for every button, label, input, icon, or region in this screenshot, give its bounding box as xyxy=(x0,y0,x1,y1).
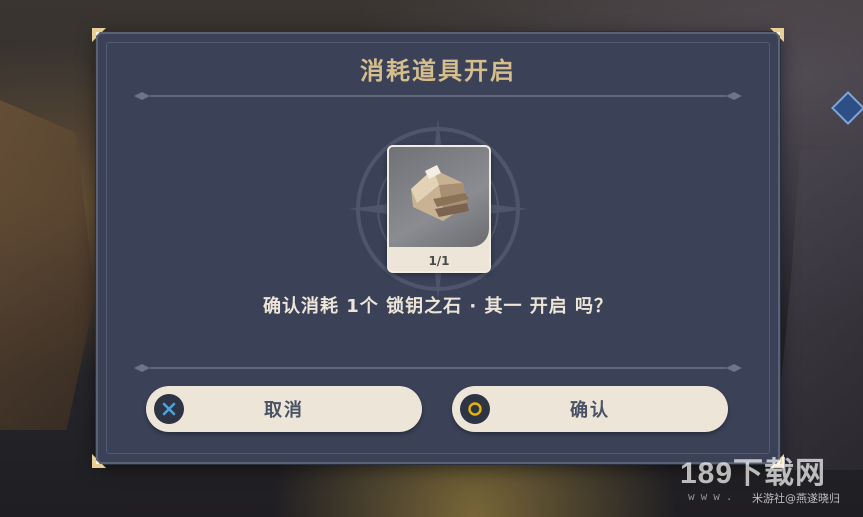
cancel-button-label: 取消 xyxy=(264,400,304,421)
author-watermark: 米游社@燕遂晓归 xyxy=(752,492,840,505)
corner-ornament-icon xyxy=(90,452,108,470)
dialog-title: 消耗道具开启 xyxy=(360,57,516,85)
item-count: 1/1 xyxy=(428,254,450,268)
corner-ornament-icon xyxy=(768,26,786,44)
circle-icon xyxy=(460,394,490,424)
title-divider xyxy=(130,89,746,103)
item-art xyxy=(389,147,489,247)
key-sigil-stone-icon xyxy=(411,165,469,221)
cancel-button[interactable]: 取消 xyxy=(146,386,422,432)
button-divider xyxy=(130,361,746,375)
site-watermark-url: www. xyxy=(688,490,739,503)
confirm-prompt: 确认消耗 1个 锁钥之石 · 其一 开启 吗？ xyxy=(263,296,613,317)
corner-ornament-icon xyxy=(90,26,108,44)
cross-icon xyxy=(154,394,184,424)
confirm-button[interactable]: 确认 xyxy=(452,386,728,432)
site-watermark: 189下载网 xyxy=(680,457,827,490)
consume-item-dialog: 消耗道具开启 1/1 确认消耗 1个 锁钥之石 · 其一 开启 吗？ 取消 确认 xyxy=(92,28,784,468)
item-card: 1/1 xyxy=(387,145,491,273)
confirm-button-label: 确认 xyxy=(570,400,610,421)
